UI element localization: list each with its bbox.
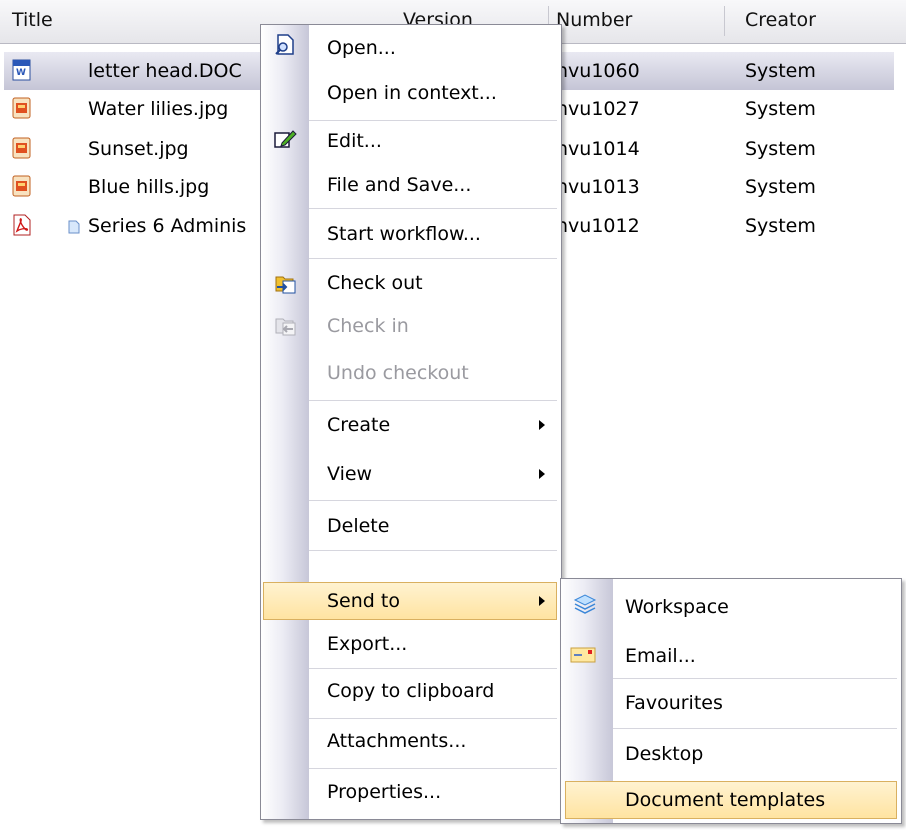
menu-item-label: Undo checkout: [327, 362, 469, 384]
send-to-submenu: Workspace Email... Favourites Desktop Do…: [560, 578, 902, 824]
submenu-arrow-icon: [539, 420, 545, 430]
menu-item-label: Send to: [327, 590, 400, 612]
row-title: Blue hills.jpg: [88, 176, 210, 198]
word-doc-icon: W: [12, 59, 31, 81]
menu-item-export[interactable]: Export...: [261, 623, 561, 669]
menu-item-open-in-context[interactable]: Open in context...: [261, 71, 561, 121]
row-number: nvu1013: [556, 176, 640, 198]
row-number: nvu1012: [556, 215, 640, 237]
menu-item-undo-checkout[interactable]: Undo checkout: [261, 347, 561, 401]
menu-item-delete[interactable]: Delete: [261, 501, 561, 551]
document-small-icon: [68, 220, 80, 234]
menu-item-label: Email...: [625, 645, 696, 667]
row-number: nvu1014: [556, 138, 640, 160]
submenu-arrow-icon: [539, 469, 545, 479]
context-menu: Open... Open in context... Edit... File …: [260, 24, 562, 820]
row-creator: System: [745, 60, 816, 82]
menu-item-check-in[interactable]: Check in: [261, 303, 561, 347]
row-title: letter head.DOC: [88, 60, 242, 82]
menu-item-label: Favourites: [625, 692, 723, 714]
menu-item-label: Desktop: [625, 743, 704, 765]
image-file-icon: [12, 97, 31, 119]
menu-item-label: File and Save...: [327, 174, 472, 196]
row-title: Sunset.jpg: [88, 138, 189, 160]
submenu-item-desktop[interactable]: Desktop: [561, 729, 901, 779]
workspace-layers-icon: [573, 594, 597, 614]
row-title: Series 6 Adminis: [88, 215, 247, 237]
menu-separator: [309, 550, 557, 551]
submenu-arrow-icon: [539, 596, 545, 606]
row-number: nvu1027: [556, 98, 640, 120]
open-document-icon: [275, 34, 294, 55]
menu-item-label: Create: [327, 414, 391, 436]
menu-item-send-to[interactable]: Send to: [263, 582, 557, 620]
menu-item-create[interactable]: Create: [261, 401, 561, 449]
column-header-title[interactable]: Title: [12, 0, 53, 44]
menu-item-label: Workspace: [625, 596, 729, 618]
menu-item-label: Document templates: [625, 789, 826, 811]
image-file-icon: [12, 137, 31, 159]
menu-item-label: Edit...: [327, 130, 382, 152]
check-in-icon: [275, 318, 296, 336]
submenu-item-workspace[interactable]: Workspace: [561, 579, 901, 631]
menu-item-label: Check in: [327, 315, 409, 337]
menu-item-label: View: [327, 463, 373, 485]
row-title: Water lilies.jpg: [88, 98, 229, 120]
row-creator: System: [745, 176, 816, 198]
menu-item-label: Export...: [327, 633, 408, 655]
menu-item-label: Open in context...: [327, 82, 497, 104]
row-creator: System: [745, 98, 816, 120]
menu-item-label: Delete: [327, 515, 390, 537]
svg-text:W: W: [16, 68, 26, 78]
menu-item-label: Start workflow...: [327, 223, 481, 245]
menu-item-label: Properties...: [327, 781, 442, 803]
image-file-icon: [12, 175, 31, 197]
row-creator: System: [745, 138, 816, 160]
menu-item-attachments[interactable]: Attachments...: [261, 719, 561, 769]
menu-item-label: Attachments...: [327, 730, 467, 752]
check-out-icon: [275, 276, 296, 294]
submenu-item-document-templates[interactable]: Document templates: [565, 781, 897, 819]
column-header-creator[interactable]: Creator: [745, 0, 816, 44]
menu-item-start-workflow[interactable]: Start workflow...: [261, 209, 561, 259]
column-header-number[interactable]: Number: [556, 0, 632, 44]
menu-item-file-and-save[interactable]: File and Save...: [261, 161, 561, 209]
menu-item-view[interactable]: View: [261, 449, 561, 501]
row-creator: System: [745, 215, 816, 237]
menu-item-edit[interactable]: Edit...: [261, 121, 561, 161]
email-envelope-icon: [570, 647, 596, 663]
menu-item-properties[interactable]: Properties...: [261, 769, 561, 819]
submenu-item-favourites[interactable]: Favourites: [561, 679, 901, 729]
menu-item-label: Open...: [327, 37, 396, 59]
edit-pencil-icon: [274, 130, 297, 148]
submenu-item-email[interactable]: Email...: [561, 631, 901, 679]
menu-item-label: Copy to clipboard: [327, 680, 495, 702]
menu-item-check-out[interactable]: Check out: [261, 259, 561, 303]
column-divider[interactable]: [724, 6, 725, 36]
row-number: nvu1060: [556, 60, 640, 82]
menu-item-open[interactable]: Open...: [261, 25, 561, 71]
pdf-file-icon: [13, 214, 31, 236]
menu-item-copy-to-clipboard[interactable]: Copy to clipboard: [261, 669, 561, 719]
menu-item-label: Check out: [327, 272, 423, 294]
